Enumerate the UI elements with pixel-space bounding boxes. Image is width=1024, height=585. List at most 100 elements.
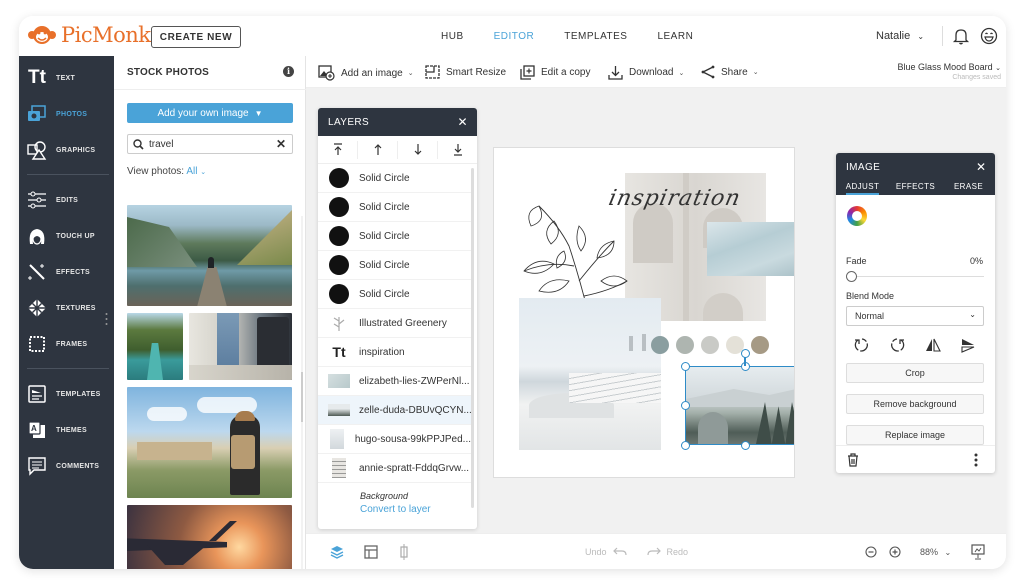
nav-hub[interactable]: HUB <box>441 31 464 42</box>
layer-item[interactable]: Solid Circle <box>318 164 471 193</box>
info-icon[interactable]: i <box>283 66 294 77</box>
layer-name: Solid Circle <box>359 172 410 184</box>
grid-layout-icon[interactable] <box>364 545 378 559</box>
send-to-back-icon[interactable] <box>438 141 477 159</box>
filter-dropdown[interactable]: All ⌄ <box>186 166 206 177</box>
redo-button[interactable]: Redo <box>667 547 689 557</box>
fade-slider-track[interactable] <box>851 276 984 277</box>
canvas-color-swatch[interactable] <box>751 336 769 354</box>
smart-resize-button[interactable]: Smart Resize <box>425 65 506 79</box>
canvas-color-swatch[interactable] <box>651 336 669 354</box>
stock-photo-airplane-sunset[interactable] <box>127 505 292 569</box>
undo-icon[interactable] <box>612 547 627 557</box>
stock-photo-lake-dock[interactable] <box>127 205 292 306</box>
share-button[interactable]: Share ⌄ <box>701 65 759 79</box>
resize-handle[interactable] <box>680 440 690 450</box>
tab-erase[interactable]: ERASE <box>942 182 995 191</box>
layer-item[interactable]: Tt inspiration <box>318 338 471 367</box>
undo-button[interactable]: Undo <box>585 547 607 557</box>
fade-slider-handle[interactable] <box>846 271 857 282</box>
layer-item-selected[interactable]: zelle-duda-DBUvQCYN... <box>318 396 472 425</box>
rotate-left-icon[interactable] <box>854 337 870 353</box>
layer-item[interactable]: Solid Circle <box>318 251 471 280</box>
layer-item[interactable]: hugo-sousa-99kPPJPed... <box>318 425 471 454</box>
sidebar-item-themes[interactable]: A THEMES <box>19 415 114 445</box>
flip-vertical-icon[interactable] <box>960 337 976 353</box>
resize-handle[interactable] <box>740 440 750 450</box>
blend-mode-select[interactable]: Normal ⌄ <box>846 306 984 326</box>
photo-scrollbar[interactable] <box>301 372 303 422</box>
align-icon[interactable] <box>399 544 409 560</box>
button-label: Download <box>629 67 674 78</box>
color-wheel-icon[interactable] <box>847 206 867 226</box>
send-backward-icon[interactable] <box>398 140 438 159</box>
convert-to-layer-link[interactable]: Convert to layer <box>360 504 477 515</box>
sidebar-item-graphics[interactable]: GRAPHICS <box>19 135 114 165</box>
sidebar-item-comments[interactable]: COMMENTS <box>19 451 114 481</box>
stock-photo-hiker-acropolis[interactable] <box>127 387 292 498</box>
canvas-color-swatch[interactable] <box>676 336 694 354</box>
flip-horizontal-icon[interactable] <box>925 337 941 353</box>
circle-thumbnail <box>329 226 349 246</box>
sidebar-item-templates[interactable]: TEMPLATES <box>19 379 114 409</box>
sidebar-item-text[interactable]: Tt TEXT <box>19 63 114 93</box>
tab-adjust[interactable]: ADJUST <box>836 182 889 195</box>
add-own-image-button[interactable]: Add your own image ▼ <box>127 103 293 123</box>
zoom-out-icon[interactable] <box>865 546 877 558</box>
remove-background-button[interactable]: Remove background <box>846 394 984 414</box>
bring-to-front-icon[interactable] <box>318 140 358 159</box>
layer-item[interactable]: Illustrated Greenery <box>318 309 471 338</box>
layer-item[interactable]: Solid Circle <box>318 280 471 309</box>
download-button[interactable]: Download ⌄ <box>608 65 684 80</box>
user-menu[interactable]: Natalie ⌄ <box>876 30 924 42</box>
zoom-in-icon[interactable] <box>889 546 901 558</box>
bell-icon[interactable] <box>952 27 970 45</box>
panel-resize-handle[interactable] <box>105 312 108 326</box>
sidebar-item-textures[interactable]: TEXTURES <box>19 293 114 323</box>
sidebar-item-photos[interactable]: PHOTOS <box>19 99 114 129</box>
zoom-level-select[interactable]: 88% ⌄ <box>920 547 951 557</box>
stock-photo-tropical-river[interactable] <box>127 313 183 380</box>
photo-search-input[interactable]: travel ✕ <box>127 134 293 154</box>
layer-item[interactable]: elizabeth-lies-ZWPerNl... <box>318 367 471 396</box>
create-new-button[interactable]: CREATE NEW <box>151 26 241 48</box>
trash-icon[interactable] <box>847 453 859 467</box>
layer-item[interactable]: Solid Circle <box>318 222 471 251</box>
smiley-icon[interactable] <box>980 27 998 45</box>
close-icon[interactable]: ✕ <box>976 160 986 174</box>
canvas-image-water[interactable] <box>707 222 794 276</box>
canvas-image-amphitheatre[interactable] <box>519 298 661 450</box>
replace-image-button[interactable]: Replace image <box>846 425 984 445</box>
sidebar-item-touch-up[interactable]: TOUCH UP <box>19 221 114 251</box>
redo-icon[interactable] <box>646 547 661 557</box>
resize-handle[interactable] <box>680 361 690 371</box>
add-image-button[interactable]: Add an image ⌄ <box>318 65 414 81</box>
sidebar-item-effects[interactable]: EFFECTS <box>19 257 114 287</box>
layers-scrollbar[interactable] <box>471 168 474 508</box>
nav-learn[interactable]: LEARN <box>657 31 693 42</box>
sidebar-item-frames[interactable]: FRAMES <box>19 329 114 359</box>
edit-copy-button[interactable]: Edit a copy <box>520 65 590 80</box>
layers-icon[interactable] <box>330 545 344 559</box>
layer-name: Solid Circle <box>359 288 410 300</box>
document-title[interactable]: Blue Glass Mood Board ⌄ Changes saved <box>898 62 1001 81</box>
canvas-color-swatch[interactable] <box>701 336 719 354</box>
tab-effects[interactable]: EFFECTS <box>889 182 942 191</box>
sidebar-item-edits[interactable]: EDITS <box>19 185 114 215</box>
more-options-icon[interactable] <box>974 453 978 467</box>
rotate-right-icon[interactable] <box>889 337 905 353</box>
nav-editor[interactable]: EDITOR <box>494 31 535 42</box>
layer-item[interactable]: annie-spratt-FddqGrvw... <box>318 454 471 483</box>
layer-name: inspiration <box>359 346 405 358</box>
layer-item[interactable]: Solid Circle <box>318 193 471 222</box>
bring-forward-icon[interactable] <box>358 140 398 159</box>
resize-handle[interactable] <box>680 400 690 410</box>
present-icon[interactable] <box>971 544 985 560</box>
clear-search-icon[interactable]: ✕ <box>276 137 286 151</box>
design-canvas[interactable]: inspiration <box>494 148 794 477</box>
close-icon[interactable]: ✕ <box>458 115 468 129</box>
canvas-text-inspiration[interactable]: inspiration <box>606 186 743 211</box>
nav-templates[interactable]: TEMPLATES <box>564 31 627 42</box>
stock-photo-traveler-suitcase[interactable] <box>189 313 292 380</box>
crop-button[interactable]: Crop <box>846 363 984 383</box>
